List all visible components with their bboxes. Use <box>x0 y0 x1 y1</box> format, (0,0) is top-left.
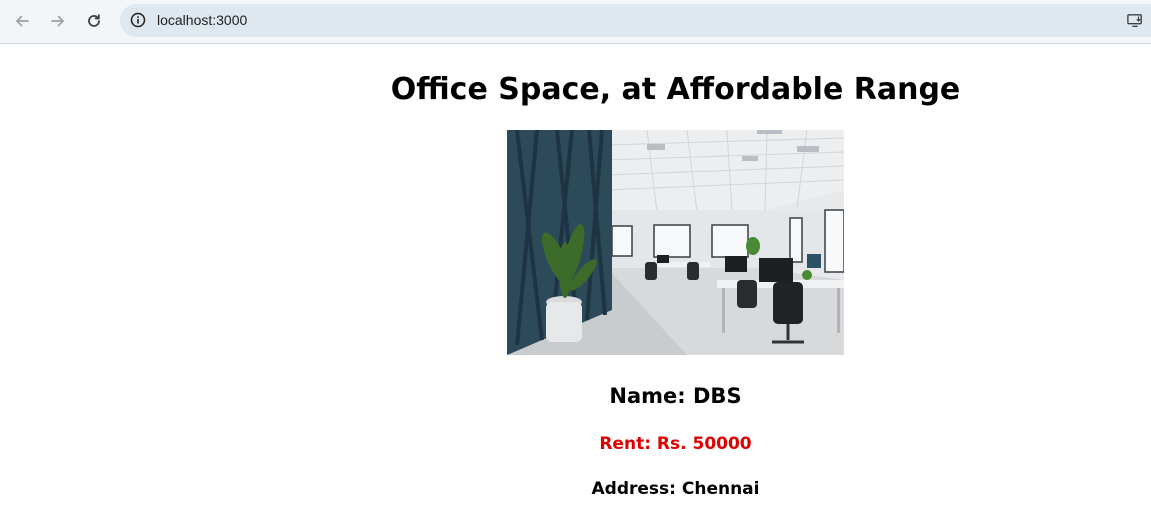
back-button[interactable] <box>7 6 37 36</box>
cast-icon <box>1127 14 1142 27</box>
cast-button[interactable] <box>1125 12 1145 30</box>
office-interior-photo <box>507 130 844 355</box>
reload-button[interactable] <box>79 6 109 36</box>
forward-button[interactable] <box>43 6 73 36</box>
browser-toolbar: localhost:3000 <box>0 0 1151 44</box>
address-bar[interactable]: localhost:3000 <box>120 4 1151 37</box>
office-image <box>507 130 844 355</box>
page-content: Office Space, at Affordable Range Name: … <box>200 44 1151 517</box>
forward-arrow-icon <box>51 15 64 27</box>
page-title: Office Space, at Affordable Range <box>390 72 961 107</box>
reload-icon <box>88 14 100 27</box>
address-text: Address: Chennai <box>591 479 760 499</box>
back-arrow-icon <box>16 15 29 27</box>
url-text: localhost:3000 <box>157 12 248 28</box>
office-name: Name: DBS <box>609 384 742 408</box>
info-icon[interactable] <box>130 12 146 28</box>
rent-text: Rent: Rs. 50000 <box>599 434 752 454</box>
